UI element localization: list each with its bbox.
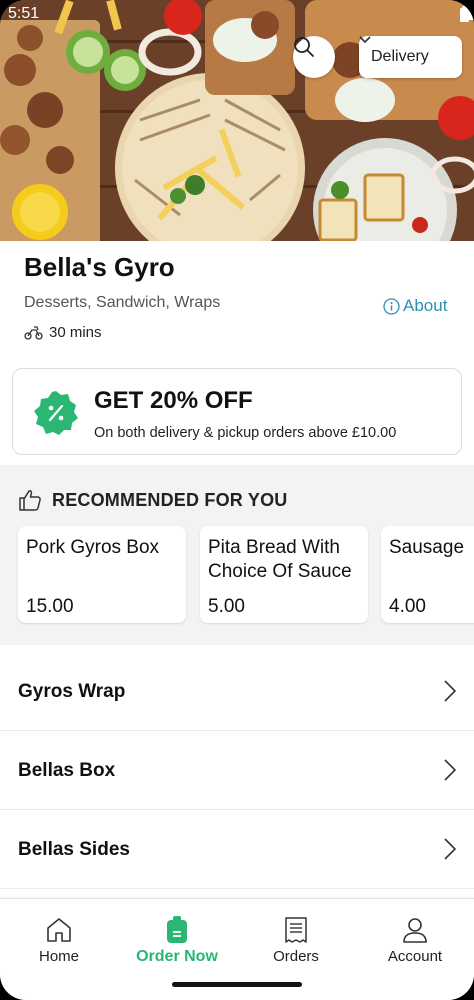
nav-orders[interactable]: Orders (237, 899, 355, 973)
discount-badge-icon (34, 391, 78, 435)
promo-banner[interactable]: GET 20% OFF On both delivery & pickup or… (12, 368, 462, 455)
promo-title: GET 20% OFF (94, 387, 253, 414)
recommended-item-name-line: Sausage (389, 537, 465, 558)
nav-order-now[interactable]: Order Now (118, 899, 236, 973)
receipt-icon (285, 917, 307, 943)
about-label: About (403, 296, 448, 315)
restaurant-name: Bella's Gyro (24, 252, 175, 282)
menu-category-row[interactable]: Bellas Box (0, 731, 474, 810)
search-icon (294, 37, 314, 57)
delivery-eta: 30 mins (24, 324, 102, 341)
chevron-down-icon (359, 36, 371, 44)
search-button[interactable] (293, 36, 335, 78)
app-screen: 5:51 Delivery Bella's Gyro Desserts, San… (0, 0, 474, 1000)
recommended-card[interactable]: Sausage 4.00 (381, 526, 474, 623)
about-link[interactable]: About (383, 296, 447, 316)
bottom-navigation: Home Order Now Orders Account (0, 898, 474, 972)
recommended-item-price: 15.00 (26, 596, 74, 617)
status-bar: 5:51 (0, 0, 474, 30)
nav-order-now-label: Order Now (136, 948, 218, 965)
recommended-item-name: Sausage (389, 536, 464, 560)
recommended-section: RECOMMENDED FOR YOU Pork Gyros Box 15.00… (0, 465, 474, 645)
home-icon (47, 918, 71, 942)
nav-account[interactable]: Account (356, 899, 474, 973)
thumbs-up-icon (19, 490, 41, 511)
nav-home[interactable]: Home (0, 899, 118, 973)
recommended-item-name-line: Choice Of Sauce (208, 561, 352, 582)
recommended-item-price: 5.00 (208, 596, 245, 617)
delivery-mode-dropdown[interactable]: Delivery (359, 36, 462, 78)
account-icon (403, 918, 427, 943)
recommended-card[interactable]: Pork Gyros Box 15.00 (18, 526, 186, 623)
info-icon (383, 297, 400, 315)
recommended-item-name: Pork Gyros Box (26, 536, 159, 560)
recommended-card[interactable]: Pita Bread With Choice Of Sauce 5.00 (200, 526, 368, 623)
menu-category-label: Bellas Box (18, 760, 116, 781)
restaurant-categories: Desserts, Sandwich, Wraps (24, 294, 221, 311)
promo-subtitle: On both delivery & pickup orders above £… (94, 425, 397, 441)
eta-text: 30 mins (49, 324, 102, 341)
restaurant-hero-image: 5:51 Delivery (0, 0, 474, 241)
recommended-title: RECOMMENDED FOR YOU (52, 489, 288, 510)
scooter-icon (24, 325, 43, 340)
home-indicator[interactable] (172, 982, 302, 987)
recommended-item-name-line: Pita Bread With (208, 537, 340, 558)
chevron-right-icon (444, 838, 456, 860)
menu-category-row[interactable]: Gyros Wrap (0, 652, 474, 731)
menu-category-label: Bellas Sides (18, 839, 130, 860)
battery-icon (460, 6, 469, 22)
delivery-mode-label: Delivery (371, 48, 429, 65)
recommended-heading: RECOMMENDED FOR YOU (18, 489, 287, 511)
recommended-item-price: 4.00 (389, 596, 426, 617)
menu-category-row[interactable]: Bellas Sides (0, 810, 474, 889)
nav-orders-label: Orders (273, 948, 319, 965)
recommended-item-name-line: Pork Gyros Box (26, 537, 160, 558)
chevron-right-icon (444, 680, 456, 702)
status-time: 5:51 (8, 5, 40, 22)
menu-category-label: Gyros Wrap (18, 681, 126, 702)
nav-account-label: Account (387, 948, 443, 965)
recommended-item-name: Pita Bread With Choice Of Sauce (208, 536, 352, 584)
chevron-right-icon (444, 759, 456, 781)
nav-home-label: Home (38, 948, 79, 965)
order-bag-icon (167, 916, 187, 943)
